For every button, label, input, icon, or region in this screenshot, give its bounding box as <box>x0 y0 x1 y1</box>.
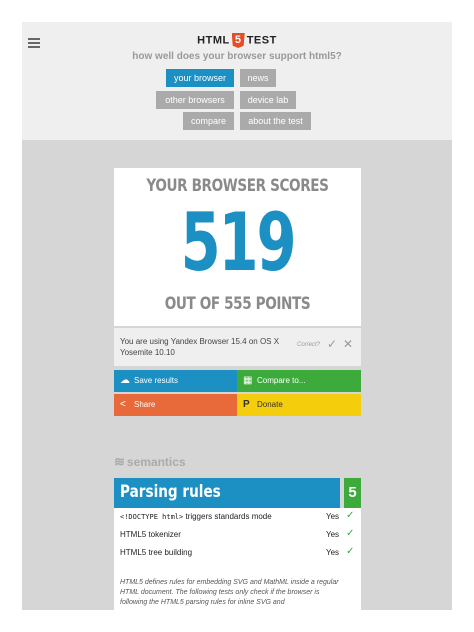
logo-test: TEST <box>246 34 277 47</box>
nav-compare[interactable]: compare <box>183 112 234 130</box>
layers-icon: ≋ <box>114 454 125 469</box>
category-header[interactable]: Parsing rules <box>114 478 340 508</box>
test-name: <!DOCTYPE html> triggers standards mode <box>120 512 272 521</box>
section-semantics: ≋ semantics <box>114 454 186 470</box>
tests-description: HTML5 defines rules for embedding SVG an… <box>120 579 339 606</box>
user-agent-box: You are using Yandex Browser 15.4 on OS … <box>114 328 361 366</box>
donate-label: Donate <box>257 400 283 409</box>
html5-shield-icon: 5 <box>231 33 245 48</box>
nav-device-lab[interactable]: device lab <box>240 91 296 109</box>
logo-html: HTML <box>197 34 230 47</box>
pass-check-icon: ✓ <box>346 546 355 557</box>
test-name: HTML5 tree building <box>120 548 193 557</box>
page-frame: HTML 5 TEST how well does your browser sup… <box>22 22 452 610</box>
compare-to-button[interactable]: ▦ Compare to... <box>237 370 361 392</box>
share-icon: < <box>120 399 126 410</box>
pass-check-icon: ✓ <box>346 510 355 521</box>
test-result: Yes <box>326 512 340 521</box>
test-row[interactable]: <!DOCTYPE html> triggers standards mode … <box>114 508 361 526</box>
donate-button[interactable]: P Donate <box>237 394 361 416</box>
user-agent-text: You are using Yandex Browser 15.4 on OS … <box>120 337 280 357</box>
score-card: YOUR BROWSER SCORES 519 OUT OF 555 POINT… <box>114 168 361 326</box>
test-row[interactable]: HTML5 tokenizer Yes ✓ <box>114 526 361 544</box>
nav-about-the-test[interactable]: about the test <box>240 112 311 130</box>
tagline: how well does your browser support html5… <box>132 51 342 62</box>
confirm-check-icon[interactable]: ✓ <box>327 337 337 351</box>
category-title: Parsing rules <box>120 482 221 502</box>
pass-check-icon: ✓ <box>346 528 355 539</box>
test-name: HTML5 tokenizer <box>120 530 181 539</box>
nav-news[interactable]: news <box>240 69 276 87</box>
test-result: Yes <box>326 530 340 539</box>
grid-icon: ▦ <box>243 375 253 386</box>
score-heading: YOUR BROWSER SCORES <box>146 176 329 196</box>
save-results-label: Save results <box>134 376 179 385</box>
site-header: HTML 5 TEST how well does your browser sup… <box>22 22 452 140</box>
compare-to-label: Compare to... <box>257 376 306 385</box>
paypal-icon: P <box>243 399 250 410</box>
correct-prompt: Correct? <box>297 342 321 348</box>
nav-your-browser[interactable]: your browser <box>166 69 234 87</box>
test-result: Yes <box>326 548 340 557</box>
test-row[interactable]: HTML5 tree building Yes ✓ <box>114 544 361 562</box>
nav-other-browsers[interactable]: other browsers <box>156 91 234 109</box>
cloud-upload-icon: ☁ <box>120 375 130 386</box>
score-value: 519 <box>180 196 297 289</box>
reject-close-icon[interactable]: ✕ <box>343 337 353 351</box>
test-list: <!DOCTYPE html> triggers standards mode … <box>114 508 361 610</box>
category-score: 5 <box>344 478 361 508</box>
share-label: Share <box>134 400 156 409</box>
score-max: OUT OF 555 POINTS <box>164 294 311 314</box>
site-logo[interactable]: HTML 5 TEST <box>22 33 452 48</box>
save-results-button[interactable]: ☁ Save results <box>114 370 237 392</box>
share-button[interactable]: < Share <box>114 394 237 416</box>
section-name: semantics <box>126 455 186 469</box>
